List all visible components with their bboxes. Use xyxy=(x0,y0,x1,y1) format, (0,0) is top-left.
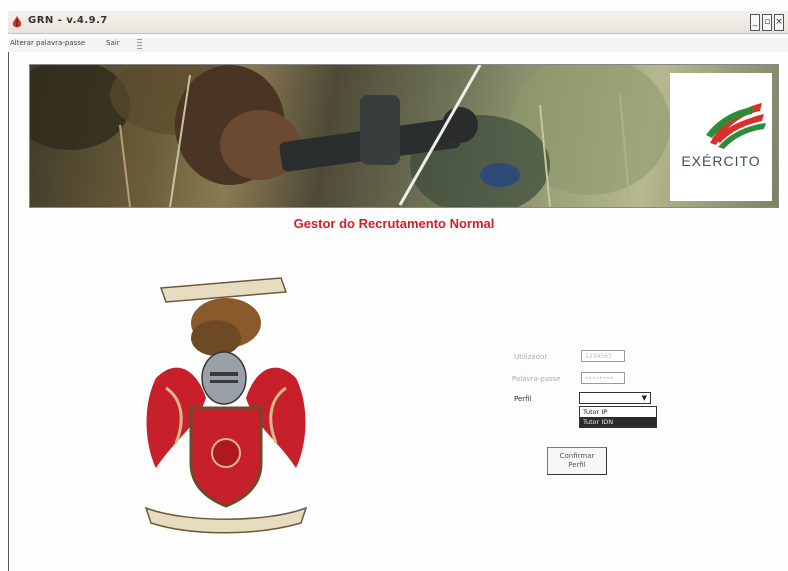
profile-select[interactable]: ▼ xyxy=(579,392,651,404)
dropdown-option-tutor-idn[interactable]: Tutor IDN xyxy=(580,417,656,427)
header-banner: EXÉRCITO xyxy=(29,64,779,208)
menu-grip-handle[interactable] xyxy=(137,39,142,51)
confirm-profile-button[interactable]: Confirmar Perfil xyxy=(547,447,607,475)
maximize-icon[interactable]: ▫ xyxy=(762,14,772,31)
window-controls: _ ▫ × xyxy=(750,14,784,31)
password-label: Palavra-passe xyxy=(512,375,561,383)
minimize-icon[interactable]: _ xyxy=(750,14,760,31)
user-field[interactable]: 1234567 xyxy=(581,350,625,362)
exercito-logo: EXÉRCITO xyxy=(670,73,772,201)
title-bar: GRN - v.4.9.7 _ ▫ × xyxy=(8,11,788,34)
profile-label: Perfil xyxy=(514,395,532,403)
exercito-emblem-icon xyxy=(706,103,766,149)
user-label: Utilizador xyxy=(514,353,548,361)
application-window: GRN - v.4.9.7 _ ▫ × Alterar palavra-pass… xyxy=(0,0,788,571)
profile-dropdown-list: Tutor IP Tutor IDN xyxy=(579,406,657,428)
password-field[interactable]: •••••••• xyxy=(581,372,625,384)
menu-item-exit[interactable]: Sair xyxy=(106,39,120,47)
soldier-banner-image xyxy=(30,65,670,207)
dropdown-option-tutor-ip[interactable]: Tutor IP xyxy=(580,407,656,417)
app-icon xyxy=(12,16,22,28)
menu-bar: Alterar palavra-passe Sair xyxy=(8,38,788,52)
menu-item-change-password[interactable]: Alterar palavra-passe xyxy=(10,39,85,47)
window-title: GRN - v.4.9.7 xyxy=(28,15,108,26)
close-icon[interactable]: × xyxy=(774,14,784,31)
confirm-button-line1: Confirmar xyxy=(559,452,595,460)
confirm-button-line2: Perfil xyxy=(568,461,586,469)
window-left-border xyxy=(8,52,9,571)
chevron-down-icon[interactable]: ▼ xyxy=(642,394,647,402)
logo-text: EXÉRCITO xyxy=(681,153,761,169)
coat-of-arms-emblem xyxy=(144,277,308,534)
page-title: Gestor do Recrutamento Normal xyxy=(293,216,495,231)
